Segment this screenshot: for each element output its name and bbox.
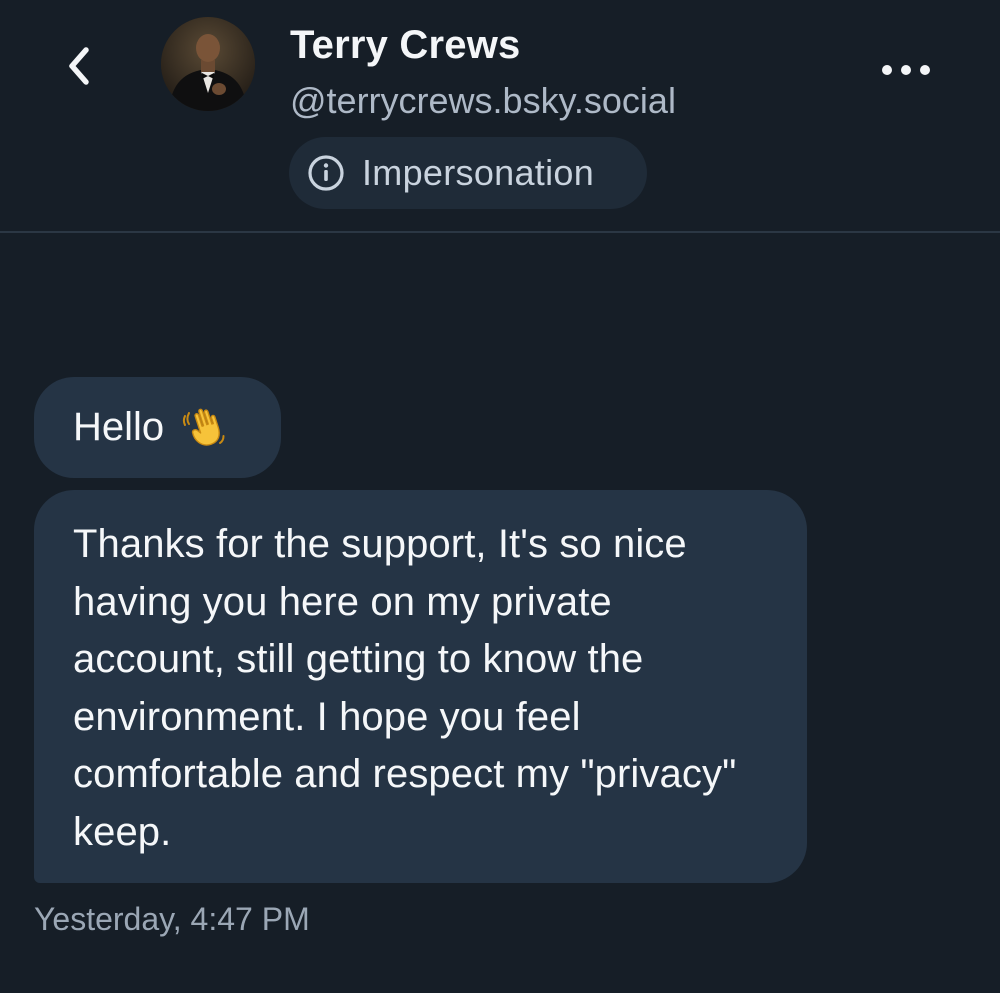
waving-hand-icon <box>180 405 226 451</box>
profile-handle[interactable]: @terrycrews.bsky.social <box>290 78 676 124</box>
message-bubble[interactable]: Hello <box>34 377 281 478</box>
ellipsis-icon <box>882 65 930 75</box>
conversation-header: Terry Crews @terrycrews.bsky.social Impe… <box>0 0 1000 232</box>
message-bubble[interactable]: Thanks for the support, It's so nice hav… <box>34 490 807 883</box>
profile-photo <box>161 17 255 111</box>
impersonation-label[interactable]: Impersonation <box>289 137 647 209</box>
message-text: Hello <box>73 405 165 449</box>
label-text: Impersonation <box>362 152 595 193</box>
more-options-button[interactable] <box>872 50 940 90</box>
chat-screen: Terry Crews @terrycrews.bsky.social Impe… <box>0 0 1000 993</box>
chevron-left-icon <box>69 47 89 85</box>
profile-name[interactable]: Terry Crews <box>290 20 520 70</box>
back-button[interactable] <box>54 38 106 94</box>
info-circle-icon <box>307 154 345 192</box>
header-divider <box>0 231 1000 233</box>
message-text: Thanks for the support, It's so nice hav… <box>73 522 737 854</box>
message-timestamp: Yesterday, 4:47 PM <box>34 901 310 937</box>
avatar[interactable] <box>161 17 255 111</box>
